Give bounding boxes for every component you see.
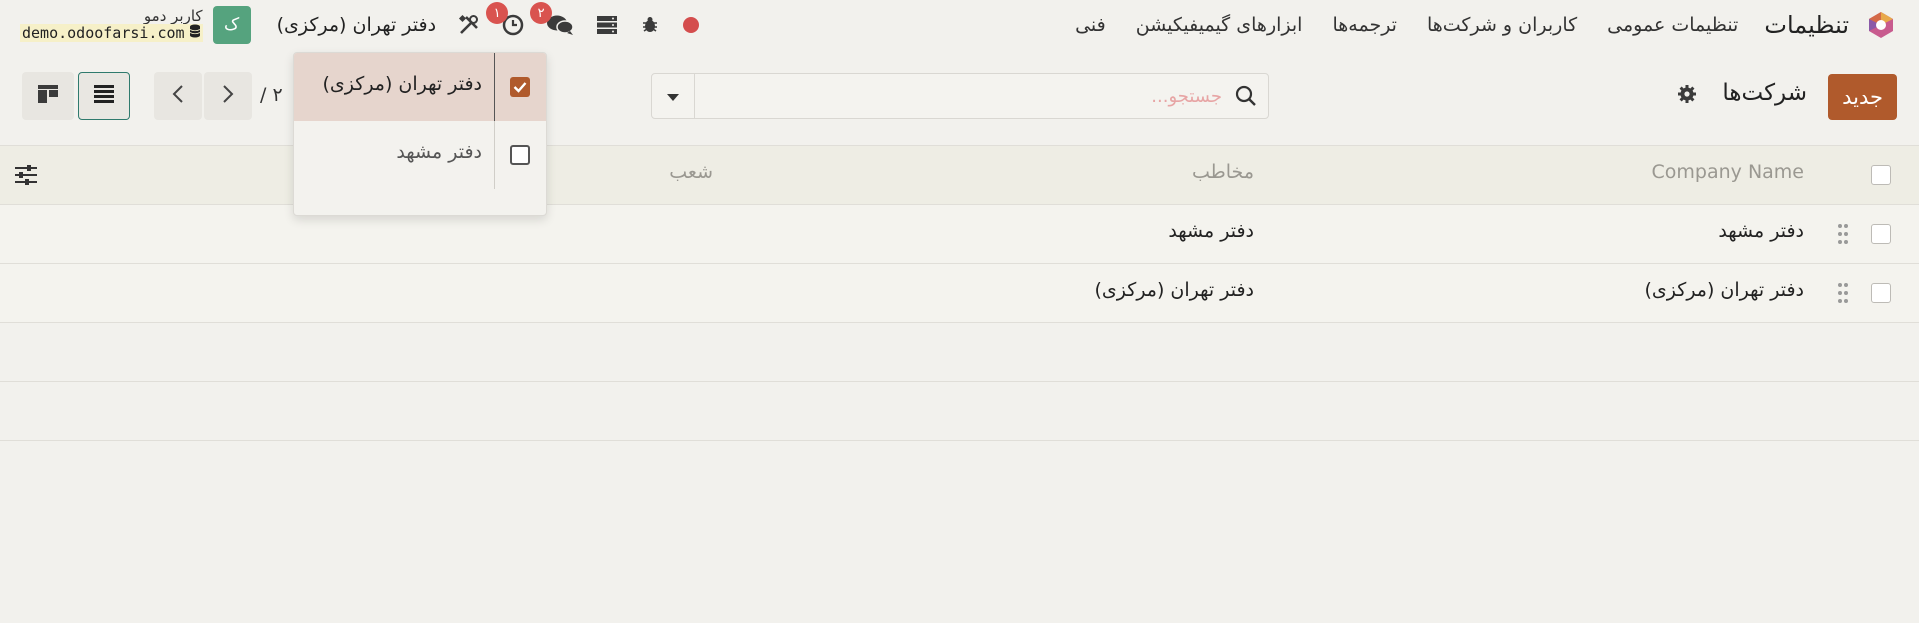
column-header-branches[interactable]: شعب xyxy=(669,161,713,183)
search-icon[interactable] xyxy=(1224,85,1268,107)
list-view-button[interactable] xyxy=(78,72,130,120)
unchecked-checkbox-icon[interactable] xyxy=(510,145,530,165)
column-header-company-name[interactable]: Company Name xyxy=(1652,161,1804,183)
database-name: demo.odoofarsi.com xyxy=(22,24,185,42)
recording-dot-icon[interactable] xyxy=(682,16,700,34)
messages-count-badge: ۲ xyxy=(530,2,553,24)
new-button[interactable]: جدید xyxy=(1828,74,1897,120)
search-options-toggle[interactable] xyxy=(652,74,695,118)
menu-item-general-settings[interactable]: تنظیمات عمومی xyxy=(1607,14,1738,36)
database-icon xyxy=(189,24,201,42)
search-bar xyxy=(651,73,1269,119)
systray: ۲ ۱ دفتر تهران (مرکزی) ک کاربر دمو demo.… xyxy=(20,2,700,44)
company-option-label: دفتر مشهد xyxy=(396,141,482,163)
activities-count-badge: ۱ xyxy=(486,2,509,24)
messages-icon[interactable]: ۲ xyxy=(530,2,574,36)
pager-previous-button[interactable] xyxy=(154,72,202,120)
checked-checkbox-icon[interactable] xyxy=(510,77,530,97)
kanban-view-button[interactable] xyxy=(22,72,74,120)
optional-columns-sliders-icon[interactable] xyxy=(14,164,38,190)
pager-next-button[interactable] xyxy=(204,72,252,120)
breadcrumb: شرکت‌ها xyxy=(1722,80,1807,106)
cell-company-name: دفتر تهران (مرکزی) xyxy=(1644,279,1805,301)
empty-row xyxy=(0,382,1919,441)
row-checkbox[interactable] xyxy=(1871,224,1891,244)
row-checkbox[interactable] xyxy=(1871,283,1891,303)
user-name: کاربر دمو xyxy=(143,6,203,25)
main-menu: تنظیمات عمومی کاربران و شرکت‌ها ترجمه‌ها… xyxy=(1045,14,1738,36)
top-navbar: تنظیمات تنظیمات عمومی کاربران و شرکت‌ها … xyxy=(0,0,1919,50)
menu-item-users-companies[interactable]: کاربران و شرکت‌ها xyxy=(1427,14,1577,36)
drag-handle-icon[interactable] xyxy=(1837,282,1849,308)
column-header-contact[interactable]: مخاطب xyxy=(1192,161,1254,183)
company-switcher-dropdown: دفتر تهران (مرکزی) دفتر مشهد xyxy=(293,52,547,216)
company-switcher[interactable]: دفتر تهران (مرکزی) xyxy=(277,14,437,36)
drag-handle-icon[interactable] xyxy=(1837,223,1849,249)
list-icon xyxy=(93,84,115,108)
cell-contact: دفتر تهران (مرکزی) xyxy=(1094,279,1255,301)
pager-value[interactable]: / ۲ xyxy=(260,84,283,106)
gear-icon[interactable] xyxy=(1677,84,1697,108)
menu-item-gamification-tools[interactable]: ابزارهای گیمیفیکیشن xyxy=(1136,14,1303,36)
table-row[interactable]: دفتر مشهد دفتر مشهد xyxy=(0,205,1919,264)
company-option-tehran[interactable]: دفتر تهران (مرکزی) xyxy=(294,53,546,121)
table-row[interactable]: دفتر تهران (مرکزی) دفتر تهران (مرکزی) xyxy=(0,264,1919,323)
menu-item-translations[interactable]: ترجمه‌ها xyxy=(1332,14,1397,36)
chevron-left-icon xyxy=(172,84,184,108)
search-input[interactable] xyxy=(695,73,1224,119)
kanban-icon xyxy=(37,84,59,108)
database-stack-icon[interactable] xyxy=(596,15,618,35)
company-option-mashhad[interactable]: دفتر مشهد xyxy=(294,121,546,189)
select-all-checkbox[interactable] xyxy=(1871,165,1891,185)
app-logo-icon[interactable] xyxy=(1865,9,1897,41)
caret-down-icon xyxy=(666,87,680,106)
developer-tools-icon[interactable] xyxy=(458,14,480,36)
cell-company-name: دفتر مشهد xyxy=(1718,220,1804,242)
table-header: Company Name مخاطب شعب xyxy=(0,145,1919,205)
control-panel: جدید شرکت‌ها / ۲ xyxy=(0,62,1919,130)
cell-contact: دفتر مشهد xyxy=(1168,220,1254,242)
user-menu[interactable]: کاربر دمو demo.odoofarsi.com xyxy=(20,6,203,43)
bug-icon[interactable] xyxy=(640,15,660,35)
activities-clock-icon[interactable]: ۱ xyxy=(486,2,524,36)
app-title[interactable]: تنظیمات xyxy=(1764,11,1849,39)
menu-item-technical[interactable]: فنی xyxy=(1075,14,1106,36)
companies-list: Company Name مخاطب شعب دفتر مشهد دفتر مش… xyxy=(0,145,1919,441)
user-avatar[interactable]: ک xyxy=(212,6,251,44)
company-option-label: دفتر تهران (مرکزی) xyxy=(322,73,483,95)
chevron-right-icon xyxy=(222,84,234,108)
empty-row xyxy=(0,323,1919,382)
